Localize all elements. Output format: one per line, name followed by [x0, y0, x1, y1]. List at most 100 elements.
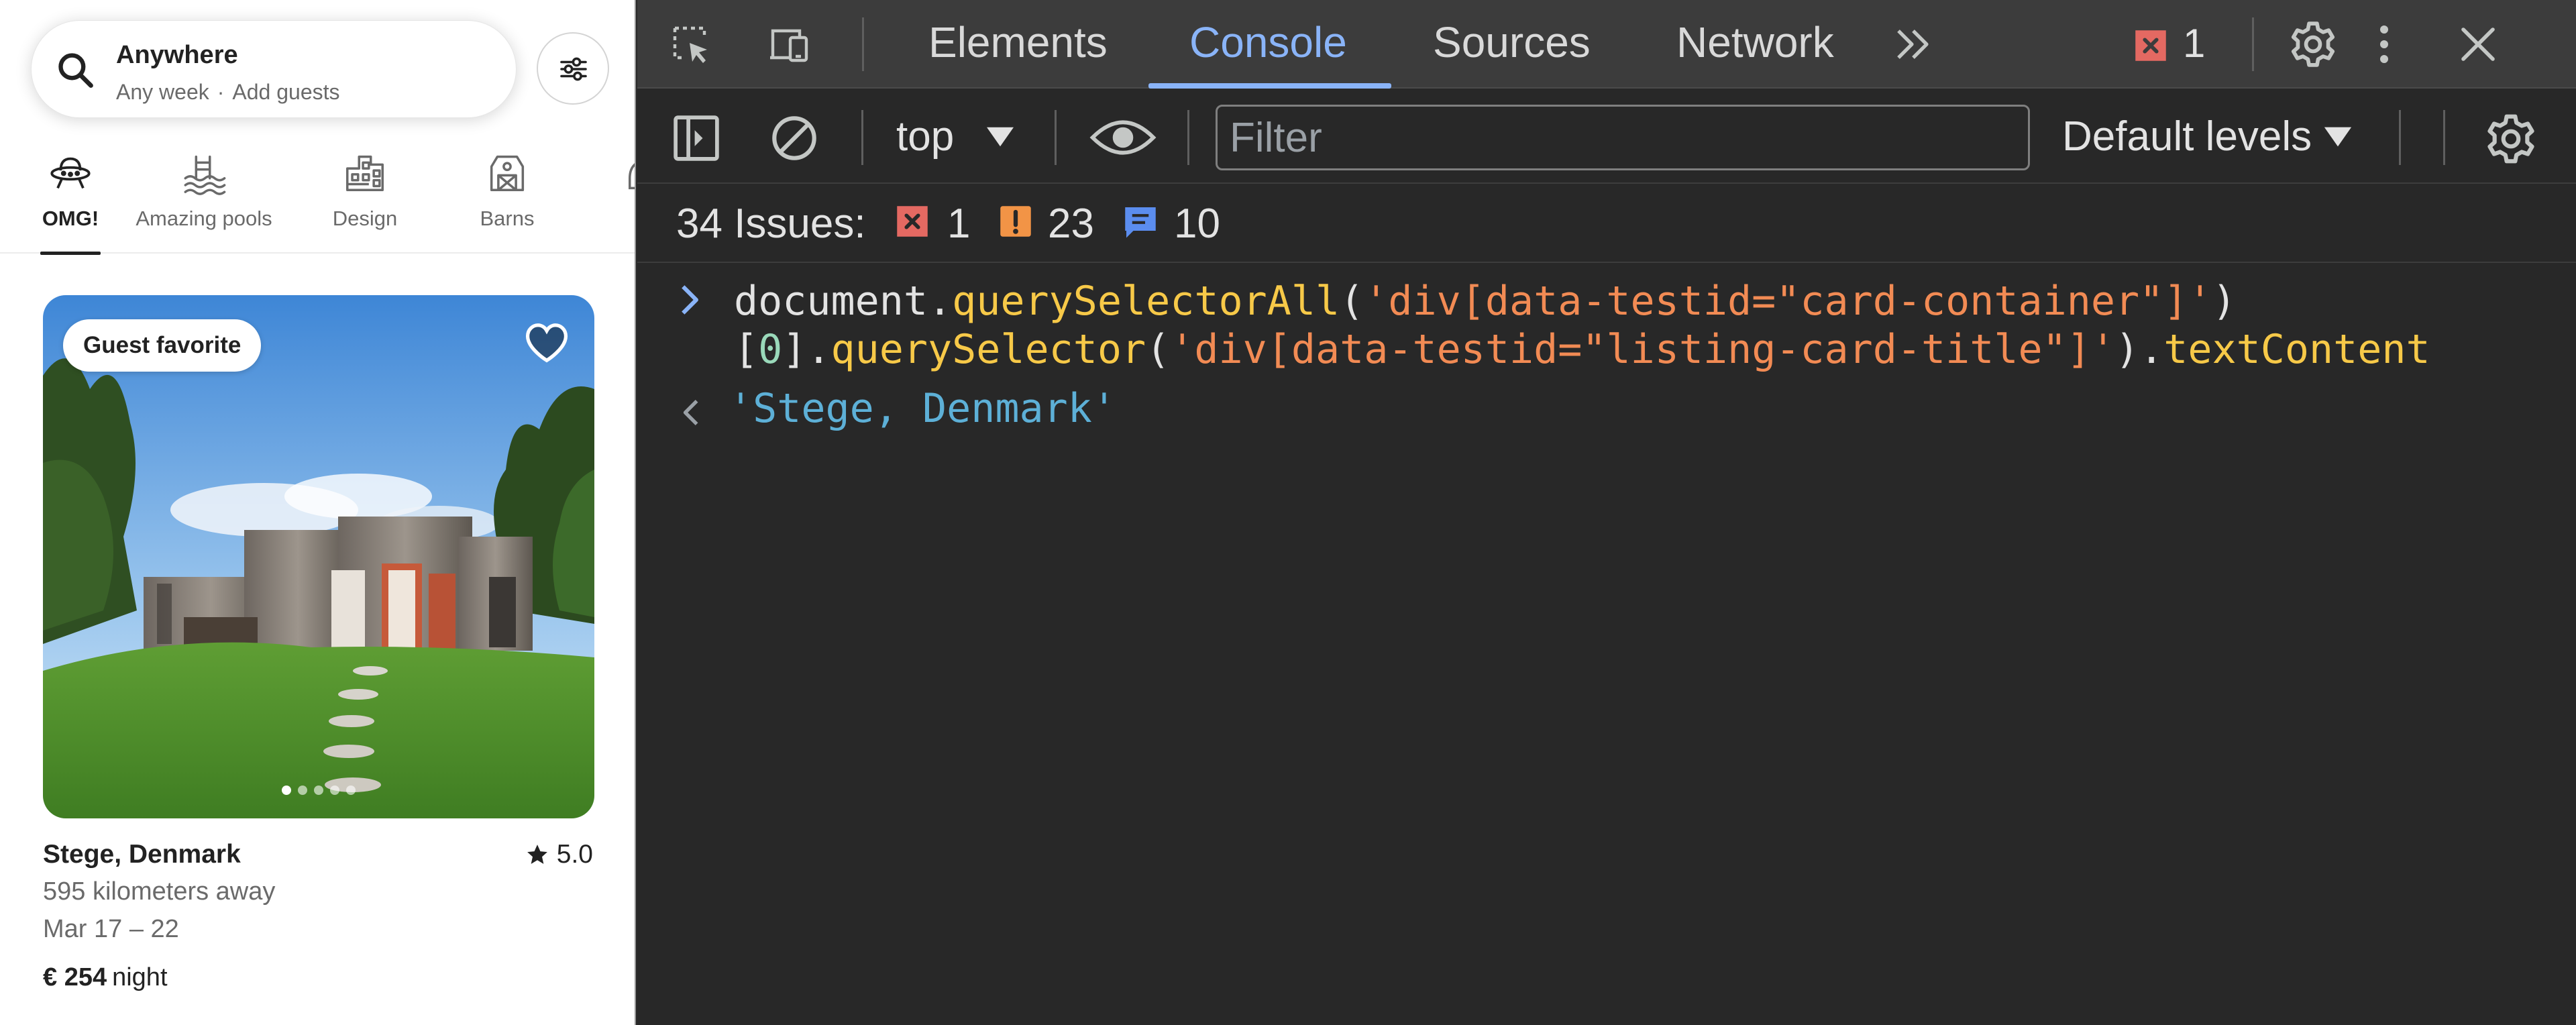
code-bracket-close: ]: [782, 326, 807, 373]
listing-price: € 254 night: [43, 963, 168, 992]
toolbar-separator-2: [1055, 110, 1057, 165]
input-chevron-icon: [682, 285, 698, 315]
clear-console-icon[interactable]: [769, 113, 820, 164]
star-icon: [527, 845, 547, 864]
code-property-textcontent: textContent: [2163, 326, 2430, 373]
devtools-tabbar: Elements Console Sources Network 1: [637, 0, 2576, 89]
tabbar-separator-2: [2252, 17, 2254, 71]
listing-photo: [43, 295, 594, 818]
category-omg[interactable]: OMG!: [28, 141, 113, 255]
sliders-icon: [560, 57, 587, 81]
code-string-card-container: 'div[data-testid="card-container"]': [1364, 278, 2212, 325]
active-tab-indicator: [1148, 83, 1391, 89]
photo-pagination-dots: [43, 786, 594, 798]
code-paren-open: (: [1340, 278, 1364, 325]
search-location: Anywhere: [116, 41, 238, 69]
search-dates: Any week: [116, 80, 209, 104]
toolbar-separator-4: [2399, 110, 2401, 165]
devtools-panel: Elements Console Sources Network 1 top F…: [637, 0, 2576, 1025]
console-input-line-1[interactable]: document.querySelectorAll('div[data-test…: [734, 278, 2237, 325]
live-expression-eye-icon[interactable]: [1089, 115, 1157, 160]
code-dot-2: .: [2139, 326, 2164, 373]
price-amount: € 254: [43, 963, 107, 991]
issue-info-count: 10: [1174, 201, 1220, 247]
toolbar-separator-1: [861, 110, 863, 165]
search-icon: [58, 53, 93, 88]
tab-console[interactable]: Console: [1189, 17, 1347, 67]
context-dropdown-icon[interactable]: [985, 123, 1016, 150]
photo-dot: [314, 786, 323, 795]
code-index: 0: [758, 326, 783, 373]
code-paren-close-2: ): [2115, 326, 2140, 373]
tab-network[interactable]: Network: [1676, 17, 1834, 67]
console-toolbar: top Default levels: [637, 90, 2576, 184]
log-levels-dropdown[interactable]: Default levels: [2062, 113, 2353, 160]
error-badge-count[interactable]: 1: [2183, 20, 2205, 66]
inspect-element-icon[interactable]: [669, 23, 712, 66]
guest-favorite-badge: Guest favorite: [63, 319, 262, 372]
issue-error-icon: [897, 206, 928, 237]
code-object: document: [734, 278, 928, 325]
search-bar[interactable]: Anywhere Any week · Add guests: [31, 20, 517, 118]
category-label-design: Design: [332, 207, 398, 230]
settings-gear-icon[interactable]: [2288, 19, 2339, 70]
search-separator: ·: [217, 80, 225, 104]
code-string-listing-card-title: 'div[data-testid="listing-card-title"]': [1170, 326, 2116, 373]
issues-bar[interactable]: 34 Issues: 1 23 10: [637, 185, 2576, 263]
price-unit: night: [112, 963, 168, 991]
close-icon[interactable]: [2457, 23, 2500, 66]
toolbar-separator-5: [2443, 110, 2445, 165]
code-dot: .: [927, 278, 953, 325]
category-barns[interactable]: Barns: [459, 141, 555, 254]
console-input-line-2[interactable]: [0].querySelector('div[data-testid="list…: [734, 326, 2430, 373]
sidebar-toggle-icon[interactable]: [671, 113, 722, 164]
photo-dot: [330, 786, 339, 795]
context-selector[interactable]: top: [896, 113, 954, 160]
more-tabs-chevron-icon[interactable]: [1892, 23, 1935, 66]
dome-icon: [629, 163, 635, 190]
context-selector-value: top: [896, 113, 955, 160]
more-options-icon[interactable]: [2363, 23, 2406, 66]
console-settings-gear-icon[interactable]: [2483, 111, 2538, 166]
error-badge-icon[interactable]: [2132, 27, 2169, 64]
design-building-icon: [346, 155, 384, 191]
heart-icon[interactable]: [523, 319, 570, 366]
issues-label: 34 Issues:: [676, 201, 866, 247]
listing-rating: 5.0: [526, 840, 593, 869]
category-label-domes: Do: [610, 207, 635, 231]
code-dot-1: .: [806, 326, 831, 373]
photo-dot: [282, 786, 291, 795]
console-filter-input[interactable]: [1216, 105, 2030, 170]
category-design[interactable]: Design: [318, 141, 412, 254]
listing-distance: 595 kilometers away: [43, 877, 276, 906]
code-method-queryselector: querySelector: [830, 326, 1146, 373]
photo-dot: [346, 786, 356, 795]
category-domes[interactable]: Do: [610, 141, 635, 254]
category-label-barns: Barns: [480, 207, 535, 230]
log-levels-label: Default levels: [2062, 113, 2312, 160]
console-result-value[interactable]: 'Stege, Denmark': [729, 385, 1116, 432]
search-subtitle: Any week · Add guests: [116, 80, 340, 105]
search-guests: Add guests: [232, 80, 340, 104]
issue-info-icon: [1125, 207, 1156, 238]
issue-warning-count: 23: [1048, 201, 1094, 247]
issue-error-count: 1: [947, 201, 971, 247]
photo-dot: [298, 786, 307, 795]
listing-dates: Mar 17 – 22: [43, 915, 179, 943]
tab-sources[interactable]: Sources: [1433, 17, 1591, 67]
listing-title[interactable]: Stege, Denmark: [43, 840, 241, 869]
device-toolbar-icon[interactable]: [769, 23, 812, 66]
code-paren-open-2: (: [1146, 326, 1171, 373]
tab-elements[interactable]: Elements: [928, 17, 1108, 67]
chevron-down-icon: [2324, 127, 2352, 146]
ufo-icon: [50, 157, 91, 189]
console-output: document.querySelectorAll('div[data-test…: [637, 264, 2576, 1025]
code-method-queryselectorall: querySelectorAll: [952, 278, 1340, 325]
listing-card-image[interactable]: Guest favorite: [43, 295, 594, 818]
toolbar-separator-3: [1187, 110, 1189, 165]
category-amazing-pools[interactable]: Amazing pools: [125, 141, 283, 254]
issue-warning-icon: [1000, 206, 1031, 237]
filters-button[interactable]: [537, 32, 609, 105]
category-label-omg: OMG!: [42, 207, 99, 230]
code-bracket-open: [: [734, 326, 759, 373]
